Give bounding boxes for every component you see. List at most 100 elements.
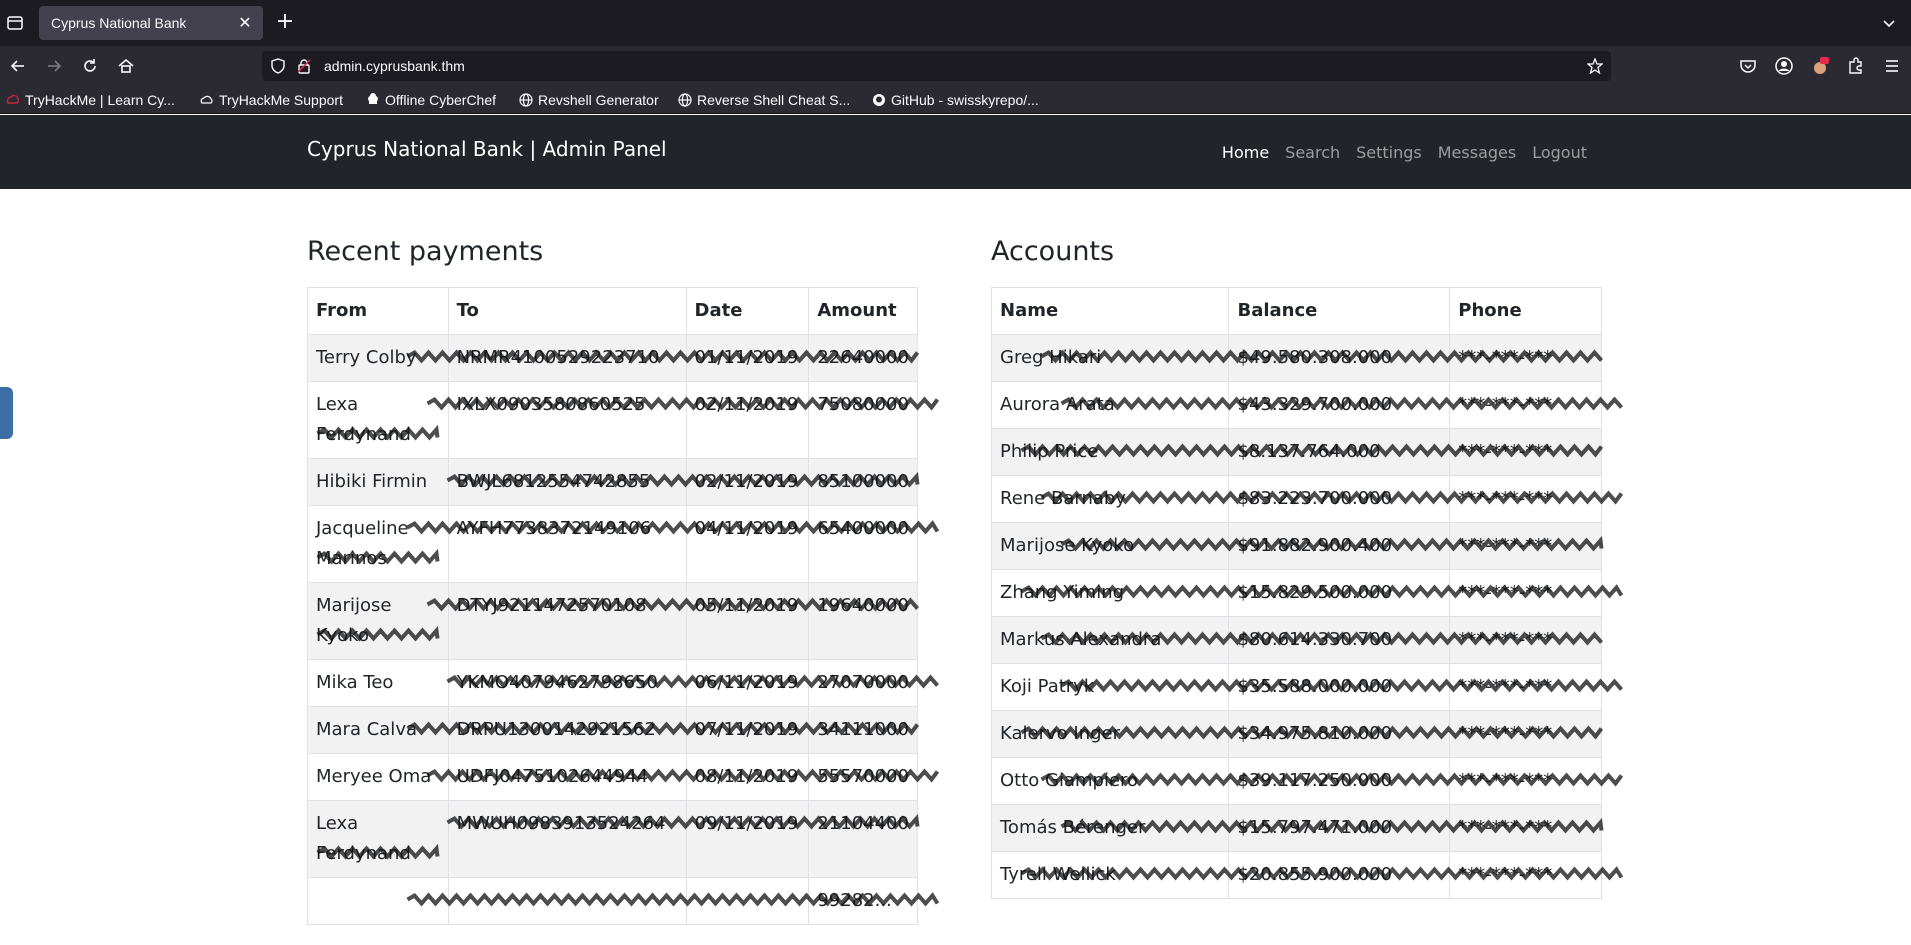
table-cell: Marijose Kyoko — [307, 582, 449, 660]
new-tab-icon[interactable]: + — [274, 11, 296, 34]
table-cell: 21104400 — [808, 800, 918, 878]
table-cell: ***-***-*** — [1449, 710, 1602, 758]
reload-icon[interactable] — [80, 56, 100, 76]
bookmark-item[interactable]: TryHackMe | Learn Cy... — [6, 90, 175, 110]
table-row: Koji Patryk $35.588.000.000 ***-***-*** — [990, 663, 1602, 711]
table-cell: 09/11/2019 — [685, 800, 810, 878]
bookmarks-bar: TryHackMe | Learn Cy... TryHackMe Suppor… — [0, 86, 1911, 114]
table-cell — [447, 877, 687, 925]
table-cell: YKMO4079462798650 — [447, 659, 687, 707]
table-cell: ***-***-*** — [1449, 522, 1602, 570]
payments-table: From To Date Amount Terry Colby NRMR41005… — [307, 287, 918, 925]
table-header-row: Name Balance Phone — [990, 287, 1602, 335]
table-cell: 08/11/2019 — [685, 753, 810, 801]
table-row: Rene Barnaby $83.223.700.000 ***-***-*** — [990, 475, 1602, 523]
table-cell: UDFJ0475102644944 — [447, 753, 687, 801]
forward-icon[interactable] — [44, 56, 64, 76]
table-row: Terry Colby NRMR4100529223710 01/11/2019 22… — [307, 334, 918, 382]
table-cell: ***-***-*** — [1449, 428, 1602, 476]
table-cell: BWJL6812554742855 — [447, 458, 687, 506]
table-row: Mara Calva DRPU1300142921562 07/11/2019 341… — [307, 706, 918, 754]
menu-icon[interactable] — [1882, 56, 1902, 76]
table-cell: 04/11/2019 — [685, 505, 810, 583]
table-row: Lexa Ferdynand MWUH0983913524264 09/11/201… — [307, 800, 918, 878]
table-cell: DRPU1300142921562 — [447, 706, 687, 754]
table-row: 99282... — [307, 877, 918, 925]
bookmark-item[interactable]: GitHub - swisskyrepo/... — [872, 90, 1039, 110]
bookmark-star-icon[interactable] — [1587, 58, 1603, 74]
home-icon[interactable] — [116, 56, 136, 76]
tab-list-icon[interactable] — [6, 14, 24, 32]
nav-messages[interactable]: Messages — [1430, 143, 1524, 162]
table-cell: Mika Teo — [307, 659, 449, 707]
close-tab-icon[interactable]: ✕ — [235, 13, 255, 33]
table-row: Greg Hikari $49.580.308.000 ***-***-*** — [990, 334, 1602, 382]
table-cell: $43.329.700.000 — [1228, 381, 1451, 429]
nav-search[interactable]: Search — [1277, 143, 1348, 162]
table-cell: 75080000 — [808, 381, 918, 459]
url-bar[interactable]: admin.cyprusbank.thm — [262, 51, 1611, 81]
browser-toolbar: admin.cyprusbank.thm — [0, 46, 1911, 86]
globe-icon — [519, 93, 533, 107]
column-header: From — [307, 287, 449, 335]
table-cell: ***-***-*** — [1449, 851, 1602, 899]
chef-hat-icon — [368, 93, 378, 104]
bookmark-item[interactable]: Offline CyberChef — [366, 90, 496, 110]
column-header: Balance — [1228, 287, 1451, 335]
nav-logout[interactable]: Logout — [1524, 143, 1595, 162]
payments-title: Recent payments — [307, 236, 544, 267]
column-header: Amount — [808, 287, 918, 335]
site-navbar: Cyprus National Bank | Admin Panel Home … — [0, 115, 1911, 189]
extensions-puzzle-icon[interactable] — [1846, 56, 1866, 76]
table-cell: $49.580.308.000 — [1228, 334, 1451, 382]
table-row: Tyrell Wellick $20.855.900.000 ***-***-*** — [990, 851, 1602, 899]
table-row: Hibiki Firmin BWJL6812554742855 02/11/2019… — [307, 458, 918, 506]
table-cell: 85100000 — [808, 458, 918, 506]
pocket-icon[interactable] — [1738, 56, 1758, 76]
url-text: admin.cyprusbank.thm — [324, 58, 465, 74]
table-cell: Philip Price — [990, 428, 1230, 476]
bookmark-item[interactable]: Reverse Shell Cheat S... — [678, 90, 850, 110]
shield-icon[interactable] — [270, 58, 286, 74]
browser-tab[interactable]: Cyprus National Bank ✕ — [39, 6, 263, 40]
bookmark-item[interactable]: Revshell Generator — [519, 90, 659, 110]
column-header: To — [447, 287, 687, 335]
column-header: Date — [685, 287, 810, 335]
table-cell: 02/11/2019 — [685, 458, 810, 506]
table-cell: $39.117.250.000 — [1228, 757, 1451, 805]
table-cell: DTYJ9211472570108 — [447, 582, 687, 660]
table-cell: ***-***-*** — [1449, 569, 1602, 617]
table-cell: 01/11/2019 — [685, 334, 810, 382]
table-cell: 07/11/2019 — [685, 706, 810, 754]
site-menu: Home Search Settings Messages Logout — [1214, 143, 1595, 162]
table-cell: $35.588.000.000 — [1228, 663, 1451, 711]
chevron-down-icon[interactable] — [1881, 15, 1897, 31]
browser-tab-bar: Cyprus National Bank ✕ + — [0, 0, 1911, 46]
table-cell: Lexa Ferdynand — [307, 381, 449, 459]
account-icon[interactable] — [1774, 56, 1794, 76]
table-row: Markus Alexandra $80.614.330.700 ***-***-*… — [990, 616, 1602, 664]
table-row: Mika Teo YKMO4079462798650 06/11/2019 27070… — [307, 659, 918, 707]
lock-warning-icon[interactable] — [296, 58, 312, 74]
back-icon[interactable] — [8, 56, 28, 76]
table-cell: Lexa Ferdynand — [307, 800, 449, 878]
table-cell: 65400000 — [808, 505, 918, 583]
table-cell: Otto Giampiero — [990, 757, 1230, 805]
table-cell: Rene Barnaby — [990, 475, 1230, 523]
bookmark-item[interactable]: TryHackMe Support — [200, 90, 343, 110]
nav-settings[interactable]: Settings — [1348, 143, 1430, 162]
table-cell: 34111000 — [808, 706, 918, 754]
table-header-row: From To Date Amount — [307, 287, 918, 335]
site-brand[interactable]: Cyprus National Bank | Admin Panel — [307, 137, 667, 161]
accounts-table: Name Balance Phone Greg Hikari $49.580.30… — [990, 287, 1602, 899]
table-cell: $80.614.330.700 — [1228, 616, 1451, 664]
table-cell: ***-***-*** — [1449, 334, 1602, 382]
table-cell: Hibiki Firmin — [307, 458, 449, 506]
table-cell: ***-***-*** — [1449, 616, 1602, 664]
tab-title: Cyprus National Bank — [51, 15, 187, 31]
nav-home[interactable]: Home — [1214, 143, 1277, 162]
table-cell: Jacqueline Marinos — [307, 505, 449, 583]
side-panel-handle[interactable] — [0, 387, 13, 439]
table-row: Otto Giampiero $39.117.250.000 ***-***-*** — [990, 757, 1602, 805]
extension-badge-icon[interactable] — [1810, 56, 1830, 76]
